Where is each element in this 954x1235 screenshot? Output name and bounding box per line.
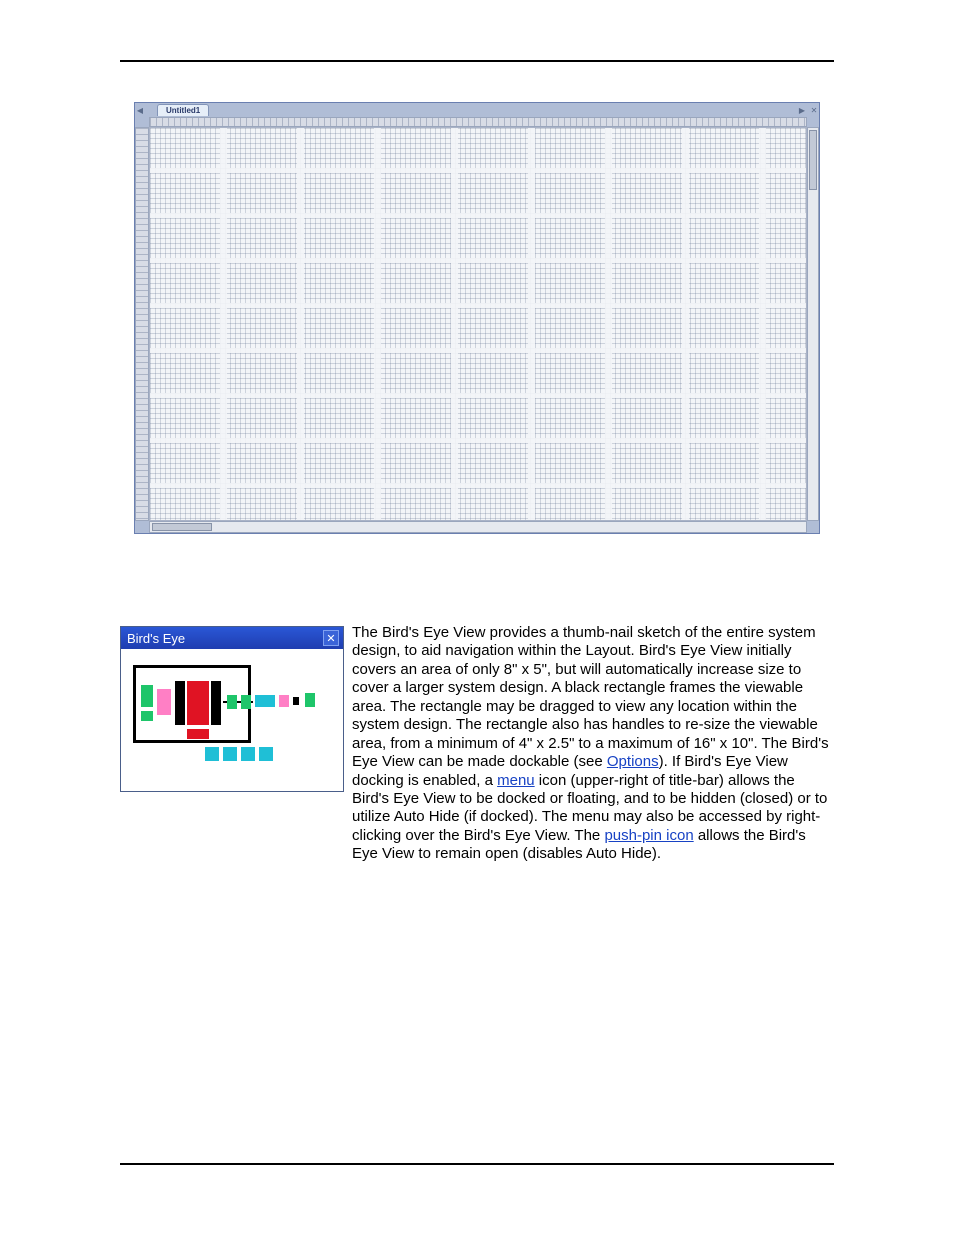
birdseye-title-text: Bird's Eye xyxy=(127,631,185,646)
block-icon xyxy=(175,681,185,725)
block-icon xyxy=(141,685,153,707)
block-icon xyxy=(259,747,273,761)
block-icon xyxy=(211,681,221,725)
birdseye-description: The Bird's Eye View provides a thumb-nai… xyxy=(352,624,834,864)
block-icon xyxy=(241,747,255,761)
scrollbar-horizontal[interactable] xyxy=(149,521,807,533)
block-icon xyxy=(241,695,251,709)
block-icon xyxy=(255,695,275,707)
scrollbar-thumb[interactable] xyxy=(152,523,212,531)
layout-grid-canvas[interactable] xyxy=(149,127,807,521)
ruler-vertical xyxy=(135,127,149,521)
birdseye-window-screenshot: Bird's Eye ✕ xyxy=(120,626,344,792)
scrollbar-vertical[interactable] xyxy=(807,127,819,521)
menu-link[interactable]: menu xyxy=(497,772,535,789)
close-icon[interactable]: ✕ xyxy=(323,630,339,646)
scrollbar-thumb[interactable] xyxy=(809,130,817,190)
layout-tab[interactable]: Untitled1 xyxy=(157,104,209,116)
block-icon xyxy=(293,697,299,705)
layout-tabbar: ◀ Untitled1 ▶ ✕ xyxy=(135,103,819,117)
block-icon xyxy=(205,747,219,761)
block-icon xyxy=(227,695,237,709)
block-icon xyxy=(157,689,171,715)
options-link[interactable]: Options xyxy=(607,753,659,770)
top-rule xyxy=(120,60,834,62)
tab-scroll-right-icon[interactable]: ▶ xyxy=(797,103,807,117)
pushpin-link[interactable]: push-pin icon xyxy=(604,827,693,844)
tab-close-icon[interactable]: ✕ xyxy=(809,103,819,117)
block-icon xyxy=(279,695,289,707)
block-icon xyxy=(305,693,315,707)
layout-window-screenshot: ◀ Untitled1 ▶ ✕ xyxy=(134,102,820,534)
ruler-horizontal xyxy=(149,117,807,127)
block-icon xyxy=(141,711,153,721)
text-run: The Bird's Eye View provides a thumb-nai… xyxy=(352,624,829,770)
block-icon xyxy=(187,681,209,725)
tab-scroll-left-icon[interactable]: ◀ xyxy=(135,103,145,117)
birdseye-titlebar[interactable]: Bird's Eye ✕ xyxy=(121,627,343,649)
birdseye-canvas[interactable] xyxy=(121,649,343,791)
bottom-rule xyxy=(120,1163,834,1165)
block-icon xyxy=(187,729,209,739)
block-icon xyxy=(223,747,237,761)
